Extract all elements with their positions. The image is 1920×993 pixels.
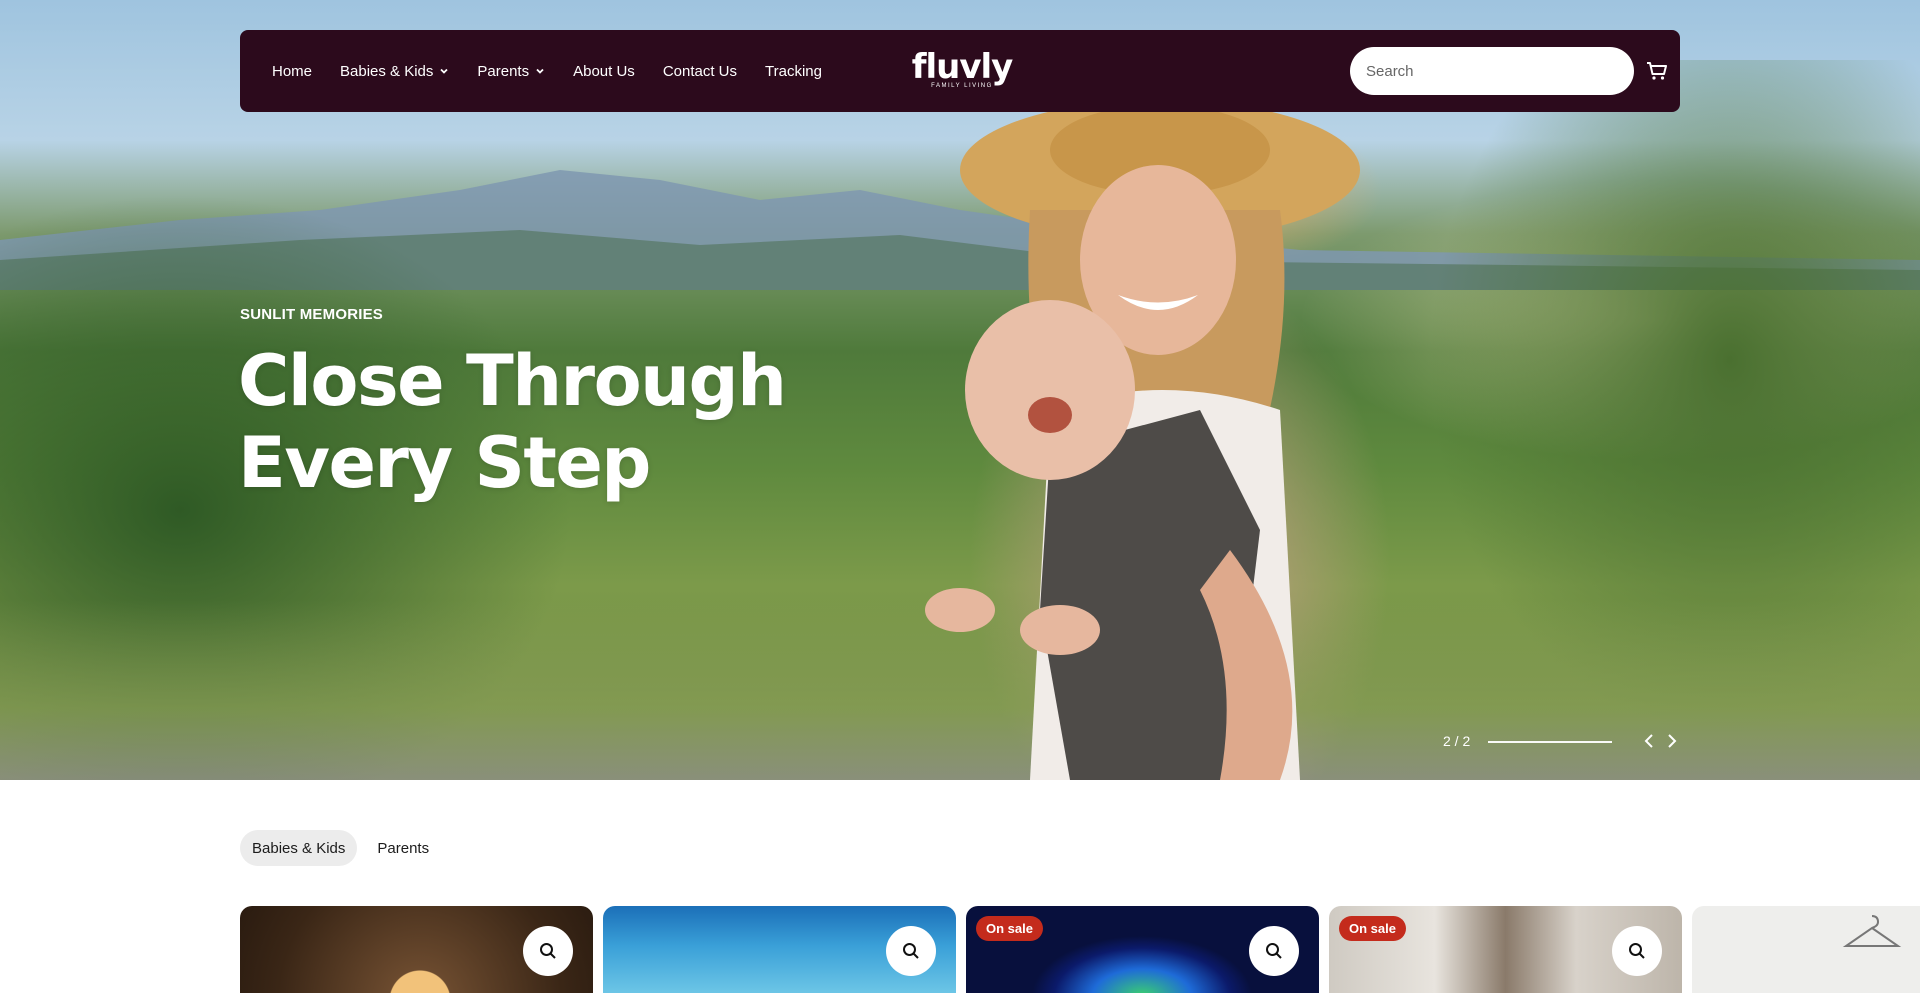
- hero-headline: Close Through Every Step: [238, 340, 938, 504]
- hero-eyebrow: SUNLIT MEMORIES: [240, 306, 384, 323]
- slide-progress-bar: [1488, 741, 1612, 743]
- nav-babies-kids[interactable]: Babies & Kids: [340, 63, 449, 80]
- logo-tagline: FAMILY LIVING: [931, 82, 993, 89]
- product-card[interactable]: On sale: [966, 906, 1319, 993]
- product-carousel: On sale On sale: [240, 906, 1920, 993]
- search-icon: [540, 943, 556, 959]
- product-card[interactable]: On sale: [1329, 906, 1682, 993]
- quick-view-button[interactable]: [1249, 926, 1299, 976]
- product-card[interactable]: [240, 906, 593, 993]
- nav-home-label: Home: [272, 62, 313, 80]
- sale-badge: On sale: [976, 916, 1043, 941]
- search-icon: [903, 943, 919, 959]
- tab-babies-kids[interactable]: Babies & Kids: [240, 830, 358, 866]
- nav-parents[interactable]: Parents: [477, 63, 545, 80]
- search-input[interactable]: [1350, 47, 1634, 95]
- hero-headline-line1: Close Through: [238, 340, 787, 422]
- quick-view-button[interactable]: [886, 926, 936, 976]
- hanger-icon: [1842, 915, 1902, 947]
- nav-contact-us-label: Contact Us: [662, 62, 738, 80]
- nav-parents-label: Parents: [477, 62, 530, 80]
- chevron-right-icon[interactable]: [1665, 733, 1679, 749]
- hero-headline-line2: Every Step: [238, 422, 651, 504]
- product-card[interactable]: [1692, 906, 1920, 993]
- logo-wordmark: fluvly: [911, 46, 1014, 87]
- nav-contact-us[interactable]: Contact Us: [663, 63, 737, 80]
- nav-tracking-label: Tracking: [765, 62, 822, 80]
- collection-tabs: Babies & Kids Parents: [240, 830, 441, 866]
- nav-about-us[interactable]: About Us: [573, 63, 635, 80]
- main-navigation: Home Babies & Kids Parents About Us Cont…: [240, 30, 1680, 112]
- product-card[interactable]: [603, 906, 956, 993]
- nav-babies-kids-label: Babies & Kids: [340, 62, 434, 80]
- cart-icon[interactable]: [1644, 58, 1670, 84]
- sale-badge: On sale: [1339, 916, 1406, 941]
- search-icon: [1266, 943, 1282, 959]
- nav-home[interactable]: Home: [272, 63, 312, 80]
- chevron-down-icon: [440, 68, 449, 74]
- nav-tracking[interactable]: Tracking: [765, 63, 822, 80]
- search-icon: [1629, 943, 1645, 959]
- slide-counter: 2 / 2: [1443, 733, 1471, 749]
- nav-links: Home Babies & Kids Parents About Us Cont…: [272, 63, 822, 80]
- chevron-left-icon[interactable]: [1642, 733, 1656, 749]
- hero-mother-baby-image: [925, 110, 1360, 780]
- brand-logo[interactable]: fluvly FAMILY LIVING: [911, 46, 1014, 92]
- tab-parents[interactable]: Parents: [365, 830, 441, 866]
- quick-view-button[interactable]: [523, 926, 573, 976]
- chevron-down-icon: [536, 68, 544, 74]
- nav-about-us-label: About Us: [573, 62, 635, 80]
- quick-view-button[interactable]: [1612, 926, 1662, 976]
